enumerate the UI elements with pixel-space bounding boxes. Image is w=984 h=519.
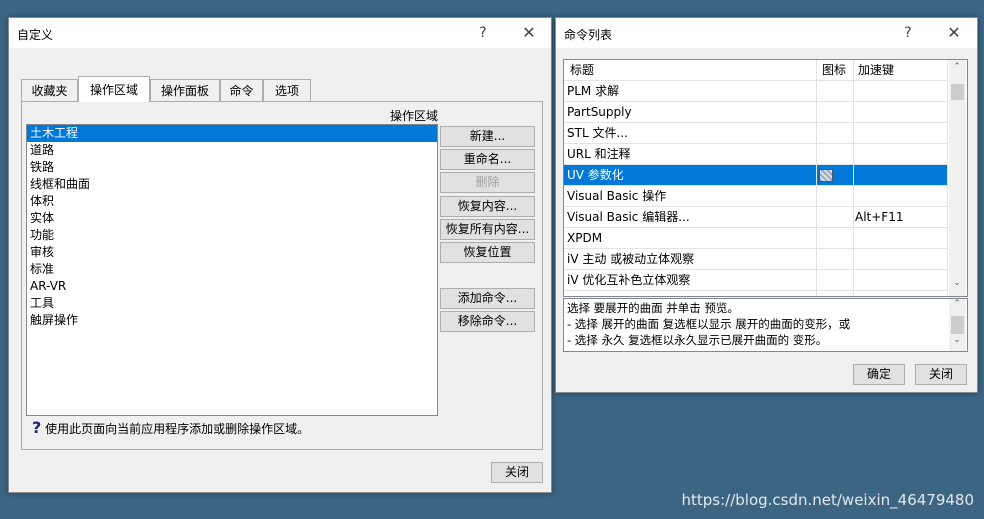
close-icon[interactable]: ✕ (509, 21, 549, 45)
table-scrollbar[interactable]: ⌃ ⌄ (949, 60, 966, 296)
customize-close-button[interactable]: 关闭 (491, 462, 543, 483)
restore-position-button[interactable]: 恢复位置 (440, 242, 535, 263)
help-text: 使用此页面向当前应用程序添加或删除操作区域。 (45, 422, 310, 436)
scroll-up-icon[interactable]: ⌃ (949, 299, 965, 309)
row-title: Visual Basic 编辑器... (567, 210, 690, 224)
table-row[interactable]: STL 文件... (564, 123, 947, 144)
list-item[interactable]: 审核 (27, 244, 437, 261)
tab-toolbars[interactable]: 操作面板 (150, 79, 220, 101)
tab-workbenches[interactable]: 操作区域 (78, 76, 150, 102)
list-item[interactable]: 工具 (27, 295, 437, 312)
remove-command-button[interactable]: 移除命令... (440, 311, 535, 332)
customize-dialog: 自定义 ? ✕ 收藏夹 操作区域 操作面板 命令 选项 操作区域 土木工程 道路铁… (8, 17, 552, 493)
question-icon: ? (32, 418, 42, 437)
scroll-thumb[interactable] (951, 84, 964, 100)
column-divider (816, 60, 817, 296)
row-title: iV 优化互补色立体观察 (567, 273, 691, 287)
table-row[interactable]: PartSupply (564, 102, 947, 123)
customize-titlebar: 自定义 ? ✕ (9, 18, 551, 48)
scroll-down-icon[interactable]: ⌄ (949, 278, 965, 288)
command-table[interactable]: 标题 图标 加速键 PLM 求解 PartSupply STL 文件... URL 和… (563, 59, 968, 297)
row-title: URL 和注释 (567, 147, 631, 161)
row-title: STL 文件... (567, 126, 628, 140)
list-item[interactable]: 线框和曲面 (27, 176, 437, 193)
table-row[interactable]: URL 和注释 (564, 144, 947, 165)
list-item[interactable]: 标准 (27, 261, 437, 278)
delete-button[interactable]: 删除 (440, 172, 535, 193)
tab-panel: 操作区域 土木工程 道路 铁路 线框和曲面 体积 实体 功能 审核 标准 AR-VR 工具 触屏操作 … (21, 101, 543, 450)
customize-title: 自定义 (17, 28, 54, 42)
restore-content-button[interactable]: 恢复内容... (440, 196, 535, 217)
list-item[interactable]: 土木工程 (27, 125, 437, 142)
command-list-titlebar: 命令列表 ? ✕ (556, 18, 977, 48)
command-list-close-button[interactable]: 关闭 (915, 364, 967, 385)
table-row[interactable]: iV 优化互补色立体观察 (564, 270, 947, 291)
scroll-down-icon[interactable]: ⌄ (949, 335, 965, 345)
table-header: 标题 图标 加速键 (564, 60, 947, 81)
description-box: 选择 要展开的曲面 并单击 预览。 - 选择 展开的曲面 复选框以显示 展开的曲面… (563, 298, 968, 352)
table-row[interactable]: UV 参数化 (564, 165, 947, 186)
column-divider (947, 60, 948, 296)
list-item[interactable]: 体积 (27, 193, 437, 210)
description-line: - 选择 展开的曲面 复选框以显示 展开的曲面的变形，或 (567, 317, 851, 331)
workbench-list-label: 操作区域 (390, 109, 439, 123)
add-command-button[interactable]: 添加命令... (440, 288, 535, 309)
tab-favorites[interactable]: 收藏夹 (21, 79, 78, 101)
scroll-up-icon[interactable]: ⌃ (949, 62, 965, 72)
list-item[interactable]: AR-VR (27, 278, 437, 295)
row-title: Visual Basic 操作 (567, 189, 667, 203)
row-title: PLM 求解 (567, 84, 620, 98)
column-header-title[interactable]: 标题 (567, 60, 594, 80)
workbench-list[interactable]: 土木工程 道路 铁路 线框和曲面 体积 实体 功能 审核 标准 AR-VR 工具 触屏操作 (26, 124, 438, 416)
ok-button[interactable]: 确定 (853, 364, 905, 385)
scroll-thumb[interactable] (951, 316, 964, 334)
help-button[interactable]: ? (463, 21, 503, 45)
table-row[interactable]: Visual Basic 操作 (564, 186, 947, 207)
list-item[interactable]: 实体 (27, 210, 437, 227)
column-header-icon[interactable]: 图标 (819, 60, 846, 80)
table-row[interactable]: XPDM (564, 228, 947, 249)
table-row[interactable]: iV 主动 或被动立体观察 (564, 249, 947, 270)
command-list-title: 命令列表 (564, 28, 613, 42)
tab-commands[interactable]: 命令 (220, 79, 263, 101)
description-line: 选择 要展开的曲面 并单击 预览。 (567, 301, 739, 315)
row-title: PartSupply (567, 105, 632, 119)
list-item[interactable]: 功能 (27, 227, 437, 244)
restore-all-button[interactable]: 恢复所有内容... (440, 219, 535, 240)
row-shortcut: Alt+F11 (855, 210, 904, 224)
new-button[interactable]: 新建... (440, 126, 535, 147)
column-header-shortcut[interactable]: 加速键 (855, 60, 894, 80)
table-row[interactable]: Visual Basic 编辑器... Alt+F11 (564, 207, 947, 228)
table-row[interactable]: PLM 求解 (564, 81, 947, 102)
row-title: iV 主动 或被动立体观察 (567, 252, 695, 266)
row-title: XPDM (567, 231, 603, 245)
row-title: UV 参数化 (567, 168, 624, 182)
help-line: ? 使用此页面向当前应用程序添加或删除操作区域。 (32, 418, 309, 438)
help-button[interactable]: ? (888, 21, 928, 45)
column-divider (853, 60, 854, 296)
list-item[interactable]: 触屏操作 (27, 312, 437, 329)
list-item[interactable]: 铁路 (27, 159, 437, 176)
list-item[interactable]: 道路 (27, 142, 437, 159)
rename-button[interactable]: 重命名... (440, 149, 535, 170)
command-icon (819, 169, 833, 182)
description-scrollbar[interactable]: ⌃ ⌄ (949, 299, 966, 351)
command-list-dialog: 命令列表 ? ✕ 标题 图标 加速键 PLM 求解 PartSupply STL 文… (555, 17, 978, 393)
tab-options[interactable]: 选项 (263, 79, 311, 101)
watermark-text: https://blog.csdn.net/weixin_46479480 (681, 491, 974, 509)
close-icon[interactable]: ✕ (934, 21, 974, 45)
description-line: - 选择 永久 复选框以永久显示已展开曲面的 变形。 (567, 333, 828, 347)
